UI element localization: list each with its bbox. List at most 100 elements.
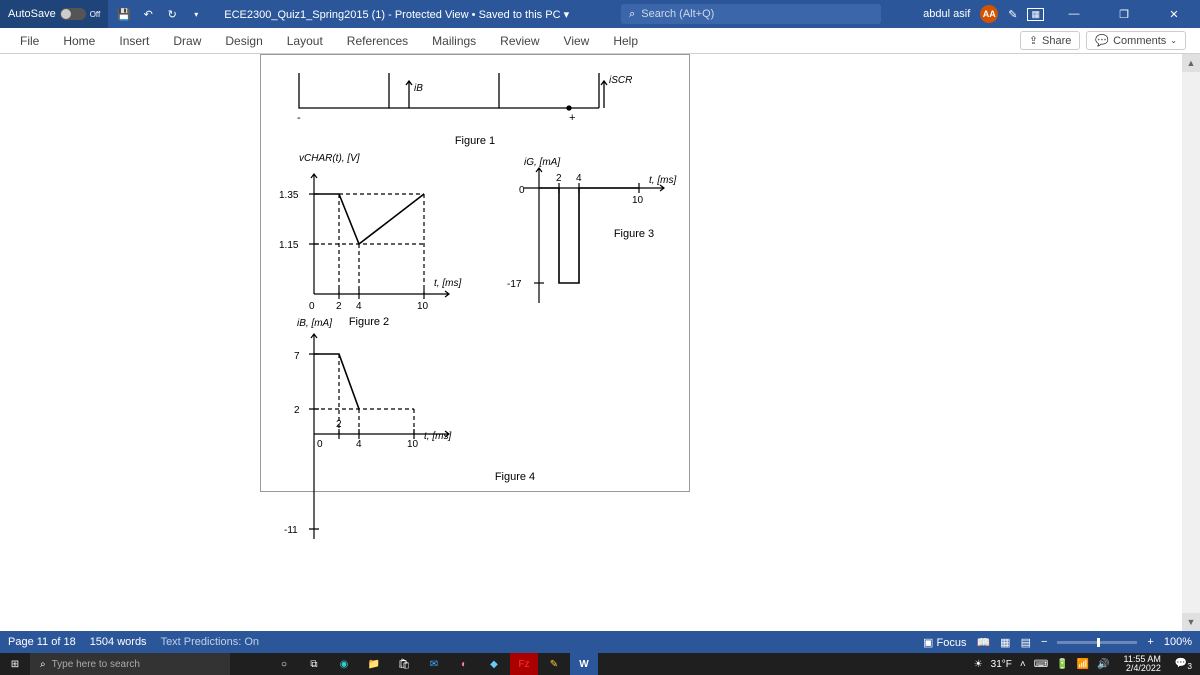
svg-text:2: 2 xyxy=(556,173,562,184)
weather-icon[interactable]: ☀ xyxy=(974,659,983,670)
comments-icon: 💬 xyxy=(1095,34,1109,47)
svg-text:0: 0 xyxy=(317,439,323,450)
search-icon: ⌕ xyxy=(629,8,635,21)
svg-text:t, [ms]: t, [ms] xyxy=(424,431,451,442)
clock[interactable]: 11:55 AM 2/4/2022 xyxy=(1118,655,1167,673)
figure-3-caption: Figure 3 xyxy=(589,228,679,240)
figure-4-caption: Figure 4 xyxy=(349,471,681,483)
undo-icon[interactable]: ↶ xyxy=(140,6,156,22)
tab-draw[interactable]: Draw xyxy=(161,28,213,53)
zoom-level[interactable]: 100% xyxy=(1164,636,1192,648)
share-icon: ⇪ xyxy=(1029,34,1038,47)
user-avatar[interactable]: AA xyxy=(980,5,998,23)
volume-icon[interactable]: 🔊 xyxy=(1097,659,1109,670)
figure-4: iB, [mA] 7 2 -11 xyxy=(269,318,681,483)
svg-text:4: 4 xyxy=(576,173,582,184)
svg-text:2: 2 xyxy=(336,301,342,312)
ribbon-display-icon[interactable]: ▦ xyxy=(1027,8,1044,21)
zoom-in-button[interactable]: + xyxy=(1147,636,1153,648)
tab-references[interactable]: References xyxy=(335,28,420,53)
app-icon-2[interactable]: ◆ xyxy=(480,653,508,675)
edge-icon[interactable]: ◉ xyxy=(330,653,358,675)
svg-text:2: 2 xyxy=(294,405,300,416)
svg-text:10: 10 xyxy=(407,439,419,450)
tab-design[interactable]: Design xyxy=(213,28,274,53)
keyboard-icon[interactable]: ⌨ xyxy=(1034,659,1048,670)
tab-mailings[interactable]: Mailings xyxy=(420,28,488,53)
share-button[interactable]: ⇪Share xyxy=(1020,31,1081,50)
minimize-button[interactable]: — xyxy=(1054,0,1094,28)
share-comments-group: ⇪Share 💬Comments ⌄ xyxy=(1020,31,1192,50)
pen-icon[interactable]: ✎ xyxy=(1008,8,1017,21)
status-right: ▣ Focus 📖 ▦ ▤ − + 100% xyxy=(923,636,1192,649)
svg-text:2: 2 xyxy=(336,419,342,430)
status-bar: Page 11 of 18 1504 words Text Prediction… xyxy=(0,631,1200,653)
search-input[interactable] xyxy=(641,8,873,20)
scroll-down-button[interactable]: ▼ xyxy=(1182,613,1200,631)
comments-button[interactable]: 💬Comments ⌄ xyxy=(1086,31,1186,50)
explorer-icon[interactable]: 📁 xyxy=(360,653,388,675)
qat-dropdown-icon[interactable]: ▾ xyxy=(188,6,204,22)
autosave-toggle[interactable] xyxy=(60,8,86,20)
mail-icon[interactable]: ✉ xyxy=(420,653,448,675)
save-icon[interactable]: 💾 xyxy=(116,6,132,22)
store-icon[interactable]: 🛍 xyxy=(390,653,418,675)
svg-text:iB: iB xyxy=(414,83,423,94)
search-box[interactable]: ⌕ xyxy=(621,4,881,24)
filezilla-icon[interactable]: Fz xyxy=(510,653,538,675)
focus-button[interactable]: ▣ Focus xyxy=(923,636,966,649)
weather-temp[interactable]: 31°F xyxy=(991,659,1012,670)
svg-text:-: - xyxy=(297,112,301,124)
document-title: ECE2300_Quiz1_Spring2015 (1) - Protected… xyxy=(212,8,581,21)
vertical-scrollbar[interactable]: ▲ ▼ xyxy=(1182,54,1200,631)
app-icon-3[interactable]: ✎ xyxy=(540,653,568,675)
tab-insert[interactable]: Insert xyxy=(107,28,161,53)
restore-button[interactable]: ❐ xyxy=(1104,0,1144,28)
page-indicator[interactable]: Page 11 of 18 xyxy=(8,636,76,648)
document-area: iB iSCR + - Figure 1 vCHAR(t), [V] xyxy=(0,54,1182,631)
print-layout-icon[interactable]: ▦ xyxy=(1000,636,1010,649)
user-name: abdul asif xyxy=(923,8,970,20)
svg-text:-17: -17 xyxy=(507,279,522,290)
task-view-icon[interactable]: ⧉ xyxy=(300,653,328,675)
cortana-icon[interactable]: ○ xyxy=(270,653,298,675)
notifications-icon[interactable]: 💬3 xyxy=(1175,658,1192,671)
zoom-out-button[interactable]: − xyxy=(1041,636,1047,648)
tab-layout[interactable]: Layout xyxy=(275,28,335,53)
title-bar: AutoSave Off 💾 ↶ ↻ ▾ ECE2300_Quiz1_Sprin… xyxy=(0,0,1200,28)
taskbar: ⊞ ⌕ Type here to search ○ ⧉ ◉ 📁 🛍 ✉ ◐ ◆ … xyxy=(0,653,1200,675)
scroll-up-button[interactable]: ▲ xyxy=(1182,54,1200,72)
figure-1: iB iSCR + - xyxy=(269,63,649,133)
text-predictions[interactable]: Text Predictions: On xyxy=(161,636,259,648)
taskbar-apps: ○ ⧉ ◉ 📁 🛍 ✉ ◐ ◆ Fz ✎ W xyxy=(270,653,598,675)
close-button[interactable]: ✕ xyxy=(1154,0,1194,28)
word-count[interactable]: 1504 words xyxy=(90,636,147,648)
tab-review[interactable]: Review xyxy=(488,28,551,53)
tab-view[interactable]: View xyxy=(552,28,602,53)
taskbar-search[interactable]: ⌕ Type here to search xyxy=(30,653,230,675)
figure-1-caption: Figure 1 xyxy=(269,135,681,147)
app-icon-1[interactable]: ◐ xyxy=(450,653,478,675)
search-icon: ⌕ xyxy=(40,659,46,670)
zoom-slider[interactable] xyxy=(1057,641,1137,644)
autosave-label: AutoSave xyxy=(8,8,56,20)
tray-chevron-icon[interactable]: ˄ xyxy=(1020,659,1026,670)
tab-file[interactable]: File xyxy=(8,28,51,53)
svg-text:7: 7 xyxy=(294,351,300,362)
svg-text:1.35: 1.35 xyxy=(279,190,299,201)
svg-text:1.15: 1.15 xyxy=(279,240,299,251)
document-page: iB iSCR + - Figure 1 vCHAR(t), [V] xyxy=(260,54,690,492)
word-icon[interactable]: W xyxy=(570,653,598,675)
read-mode-icon[interactable]: 📖 xyxy=(976,636,990,649)
start-button[interactable]: ⊞ xyxy=(0,653,30,675)
wifi-icon[interactable]: 📶 xyxy=(1077,659,1089,670)
tab-home[interactable]: Home xyxy=(51,28,107,53)
tab-help[interactable]: Help xyxy=(601,28,650,53)
ribbon-tabs: File Home Insert Draw Design Layout Refe… xyxy=(0,28,1200,54)
redo-icon[interactable]: ↻ xyxy=(164,6,180,22)
web-layout-icon[interactable]: ▤ xyxy=(1021,636,1031,649)
autosave-state: Off xyxy=(90,10,101,19)
svg-text:+: + xyxy=(569,112,575,124)
svg-text:10: 10 xyxy=(417,301,429,312)
battery-icon[interactable]: 🔋 xyxy=(1056,659,1068,670)
